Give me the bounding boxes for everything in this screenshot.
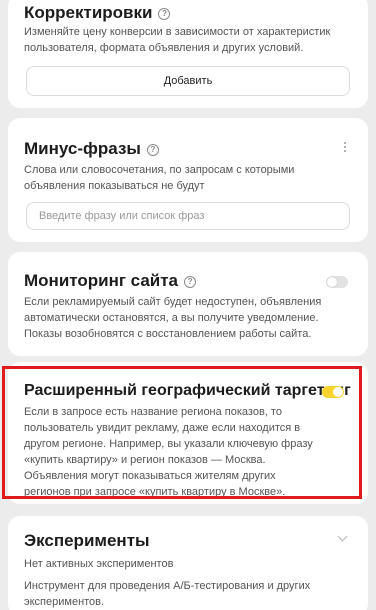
- negative-title-row: Минус-фразы ?: [24, 138, 159, 160]
- experiments-card: Эксперименты Нет активных экспериментов …: [8, 516, 368, 610]
- site-monitoring-card: Мониторинг сайта ? Если рекламируемый са…: [8, 252, 368, 356]
- corrections-title-row: Корректировки ?: [24, 2, 171, 24]
- negative-phrases-card: Минус-фразы ? Слова или словосочетания, …: [8, 118, 368, 242]
- monitoring-title-row: Мониторинг сайта ?: [24, 270, 197, 292]
- toggle-knob: [327, 277, 337, 287]
- experiments-description: Инструмент для проведения А/Б-тестирован…: [24, 580, 311, 608]
- negative-phrases-input[interactable]: Введите фразу или список фраз: [26, 202, 350, 230]
- monitoring-toggle[interactable]: [326, 276, 348, 288]
- highlight-frame: [2, 366, 362, 499]
- monitoring-description: Если рекламируемый сайт будет недоступен…: [24, 296, 322, 340]
- experiments-title: Эксперименты: [24, 531, 150, 550]
- monitoring-title: Мониторинг сайта: [24, 271, 179, 290]
- add-correction-button[interactable]: Добавить: [26, 66, 350, 96]
- help-icon[interactable]: ?: [158, 8, 171, 20]
- corrections-card: Корректировки ? Изменяйте цену конверсии…: [8, 0, 368, 108]
- experiments-status: Нет активных экспериментов: [24, 558, 174, 570]
- negative-title: Минус-фразы: [24, 139, 141, 158]
- chevron-down-icon[interactable]: [337, 531, 348, 542]
- help-icon[interactable]: ?: [146, 144, 159, 156]
- negative-description: Слова или словосочетания, по запросам с …: [24, 164, 295, 192]
- more-options-icon[interactable]: [344, 142, 346, 152]
- help-icon[interactable]: ?: [184, 276, 197, 288]
- corrections-title: Корректировки: [24, 3, 153, 22]
- corrections-description: Изменяйте цену конверсии в зависимости о…: [24, 26, 331, 54]
